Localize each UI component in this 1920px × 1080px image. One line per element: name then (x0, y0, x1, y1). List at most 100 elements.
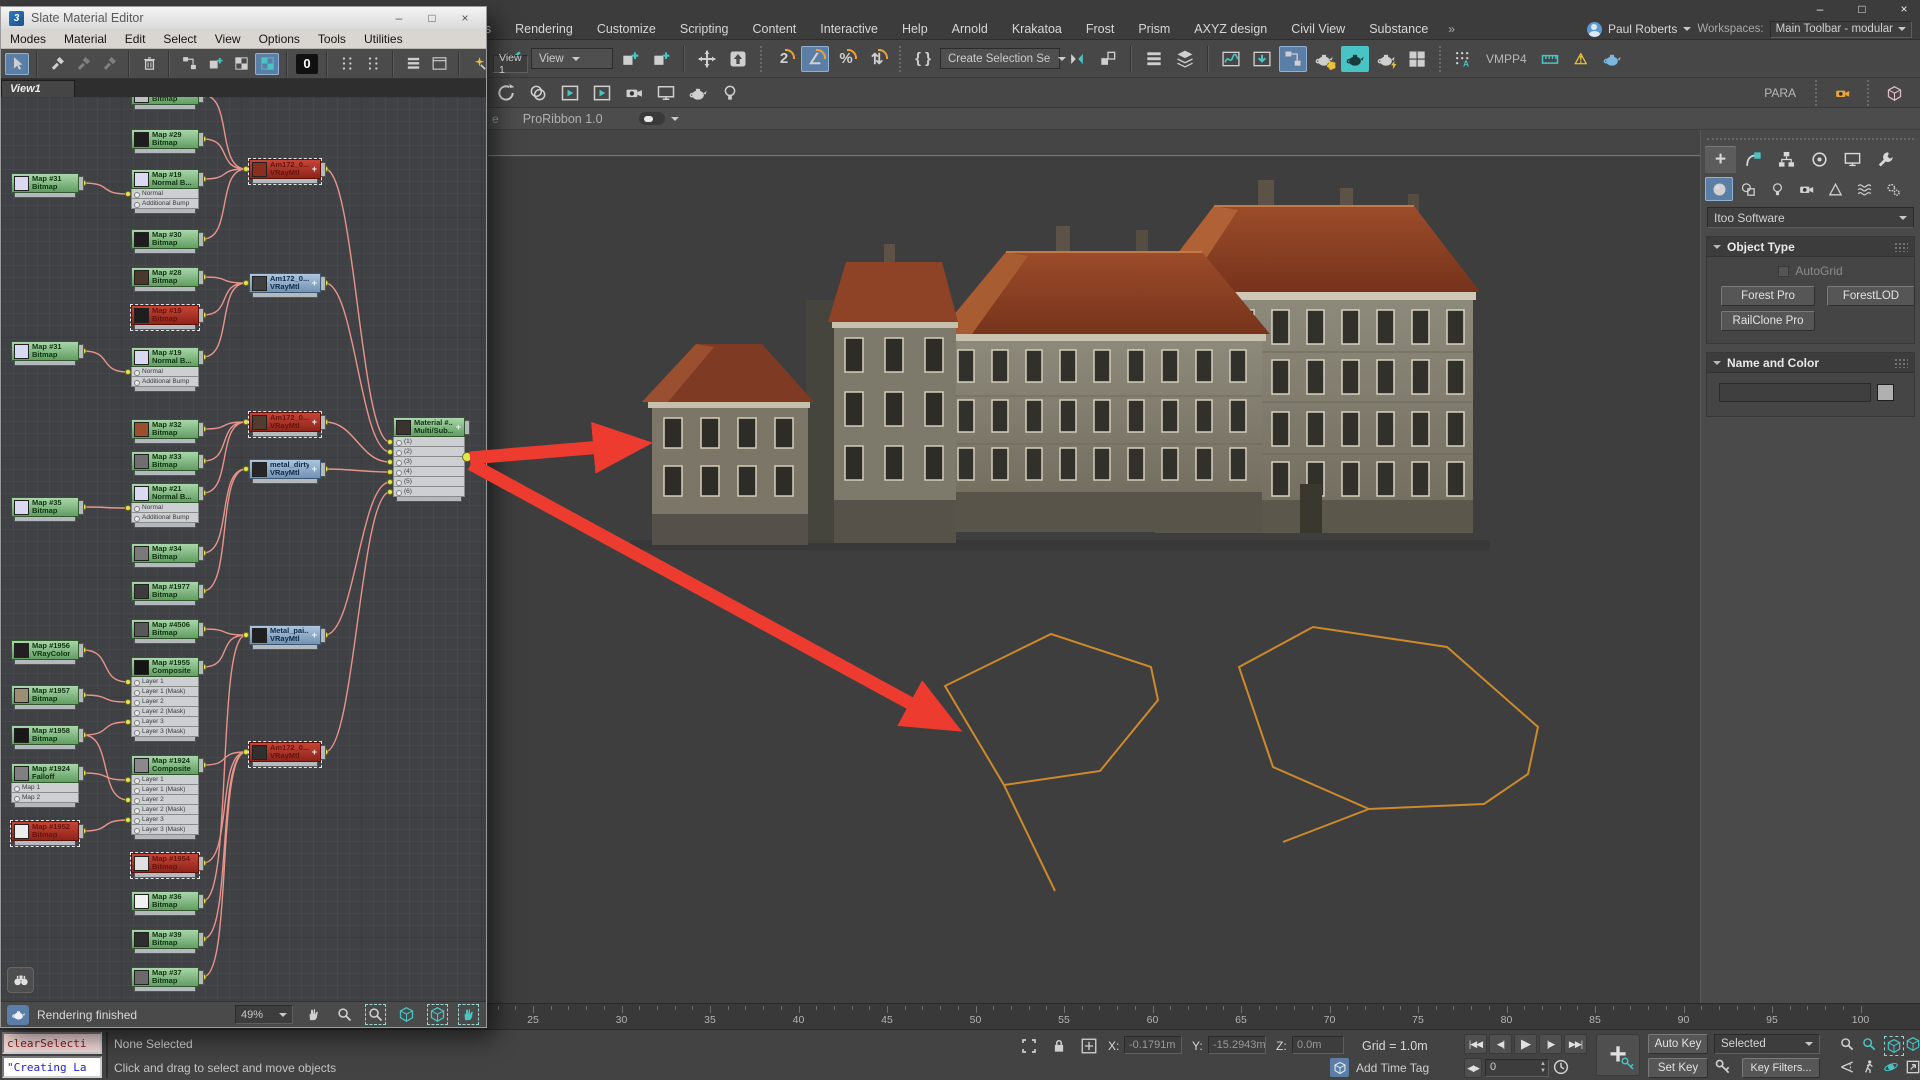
zero-icon[interactable]: 0 (295, 53, 319, 75)
node-b1[interactable]: Am172_0...VRayMtl+ (249, 159, 321, 184)
camera-create-icon[interactable] (620, 80, 648, 106)
node-slot[interactable]: Layer 3 (131, 717, 199, 727)
pan-to-selected-icon[interactable] (456, 1004, 480, 1026)
node-slot[interactable]: Layer 3 (131, 815, 199, 825)
go-to-end-button[interactable]: ▶▶| (1564, 1034, 1587, 1054)
object-type-header[interactable]: Object Type (1707, 237, 1914, 257)
node-slot[interactable]: Normal (131, 503, 199, 513)
node-m10[interactable]: Map #34Bitmap (131, 543, 199, 568)
current-frame-field[interactable]: 0 ▲▼ (1485, 1059, 1549, 1077)
node-l6[interactable]: Map #1958Bitmap (11, 725, 79, 750)
select-and-place-icon[interactable] (616, 46, 644, 72)
node-slot[interactable]: Layer 3 (Mask) (131, 727, 199, 737)
z-coordinate-field[interactable]: 0.0m (1292, 1036, 1344, 1054)
x-coordinate-field[interactable]: -0.1791m (1124, 1036, 1182, 1054)
motion-tab[interactable] (1804, 146, 1835, 173)
forest-lod-button[interactable]: ForestLOD (1827, 286, 1915, 306)
isolate-selection-icon[interactable] (1020, 1037, 1040, 1057)
slate-titlebar[interactable]: 3 Slate Material Editor – □ × (1, 7, 486, 29)
node-m2[interactable]: Map #19Normal B...NormalAdditional Bump (131, 169, 199, 214)
show-background-icon[interactable] (255, 53, 279, 75)
menu-interactive[interactable]: Interactive (808, 22, 890, 36)
minimize-button[interactable]: – (1810, 0, 1830, 18)
node-l2[interactable]: Map #31Bitmap (11, 341, 79, 366)
show-grid-icon[interactable] (229, 53, 253, 75)
node-m11[interactable]: Map #1977Bitmap (131, 581, 199, 606)
node-m1[interactable]: Map #29Bitmap (131, 129, 199, 154)
find-node-button[interactable] (7, 967, 34, 993)
layout-children-icon[interactable] (361, 53, 385, 75)
select-and-move-icon[interactable] (693, 46, 721, 72)
align-icon[interactable] (1094, 46, 1122, 72)
shapes-button[interactable] (1734, 177, 1762, 201)
layer-circles-icon[interactable] (524, 80, 552, 106)
forest-pro-button[interactable]: Forest Pro (1721, 286, 1815, 306)
maxscript-line-2[interactable]: "Creating La (2, 1056, 102, 1078)
move-children-icon[interactable] (177, 53, 201, 75)
render-preview-icon[interactable] (7, 1005, 29, 1025)
node-slot[interactable]: Additional Bump (131, 377, 199, 387)
transform-gizmo-icon[interactable] (724, 46, 752, 72)
measure-ruler-icon[interactable] (1536, 46, 1564, 72)
slate-zoom-dropdown[interactable]: 49% (235, 1005, 293, 1024)
node-slot[interactable]: (2) (393, 447, 465, 457)
orbit-reset-icon[interactable] (492, 80, 520, 106)
node-b3[interactable]: Am172_0...VRayMtl+ (249, 412, 321, 437)
next-frame-button[interactable]: |▶ (1539, 1034, 1562, 1054)
slate-material-editor-icon[interactable] (1279, 46, 1307, 72)
previous-frame-button[interactable]: ◀| (1489, 1034, 1512, 1054)
menu-krakatoa[interactable]: Krakatoa (1000, 22, 1074, 36)
layout-all-icon[interactable] (335, 53, 359, 75)
node-expand-icon[interactable]: + (312, 164, 318, 174)
node-l8[interactable]: Map #1952Bitmap (11, 821, 79, 846)
render-rainbow-icon[interactable] (1598, 46, 1626, 72)
node-slot[interactable]: (6) (393, 487, 465, 497)
play-button[interactable]: ▶ (1514, 1034, 1537, 1054)
walk-icon[interactable] (1858, 1056, 1879, 1078)
set-key-button[interactable]: Set Key (1648, 1058, 1708, 1078)
node-expand-icon[interactable]: + (312, 630, 318, 640)
menu-civil-view[interactable]: Civil View (1279, 22, 1357, 36)
render-setup-icon[interactable] (1310, 46, 1338, 72)
node-m12[interactable]: Map #4506Bitmap (131, 619, 199, 644)
play-window-icon[interactable] (556, 80, 584, 106)
zoom-icon[interactable] (1836, 1033, 1857, 1055)
node-slot[interactable]: Layer 1 (Mask) (131, 785, 199, 795)
node-m4[interactable]: Map #28Bitmap (131, 267, 199, 292)
node-slot[interactable]: Normal (131, 367, 199, 377)
node-b4[interactable]: metal_dirtyVRayMtl+ (249, 459, 321, 484)
node-m3[interactable]: Map #30Bitmap (131, 229, 199, 254)
node-expand-icon[interactable]: + (312, 417, 318, 427)
zoom-extents-icon[interactable] (394, 1004, 418, 1026)
scene-explorer-icon[interactable] (1171, 46, 1199, 72)
zoom-icon[interactable] (332, 1004, 356, 1026)
autogrid-checkbox[interactable] (1778, 266, 1789, 277)
maxscript-line-1[interactable]: clearSelecti (2, 1032, 102, 1054)
monitor-icon[interactable] (652, 80, 680, 106)
panel-grip[interactable] (1707, 132, 1914, 140)
node-b6[interactable]: Am172_0...VRayMtl+ (249, 742, 321, 767)
zoom-extents-icon[interactable] (1880, 1033, 1908, 1059)
close-button[interactable]: × (1894, 0, 1914, 18)
node-expand-icon[interactable]: + (312, 278, 318, 288)
zoom-extents-selected-icon[interactable] (425, 1004, 449, 1026)
maximize-button[interactable]: □ (1852, 0, 1872, 18)
railclone-pro-button[interactable]: RailClone Pro (1721, 311, 1815, 331)
selection-lock-icon[interactable] (1050, 1037, 1070, 1057)
key-step-icon[interactable]: ◀▶ (1464, 1058, 1482, 1078)
slate-close-button[interactable]: × (452, 11, 478, 25)
modify-tab[interactable] (1738, 146, 1769, 173)
node-slot[interactable]: Map 2 (11, 793, 79, 803)
material-list-icon[interactable] (401, 53, 425, 75)
node-m6[interactable]: Map #19Normal B...NormalAdditional Bump (131, 347, 199, 392)
node-l5[interactable]: Map #1957Bitmap (11, 685, 79, 710)
node-slot[interactable]: Layer 2 (Mask) (131, 707, 199, 717)
node-l7[interactable]: Map #1924FalloffMap 1Map 2 (11, 763, 79, 808)
slate-menu-options[interactable]: Options (250, 32, 309, 46)
node-m18[interactable]: Map #37Bitmap (131, 967, 199, 992)
node-slot[interactable]: (3) (393, 457, 465, 467)
node-m16[interactable]: Map #36Bitmap (131, 891, 199, 916)
utilities-tab[interactable] (1870, 146, 1901, 173)
select-tool-icon[interactable] (5, 53, 29, 75)
angle-snap-icon[interactable]: ∠ (801, 46, 829, 72)
